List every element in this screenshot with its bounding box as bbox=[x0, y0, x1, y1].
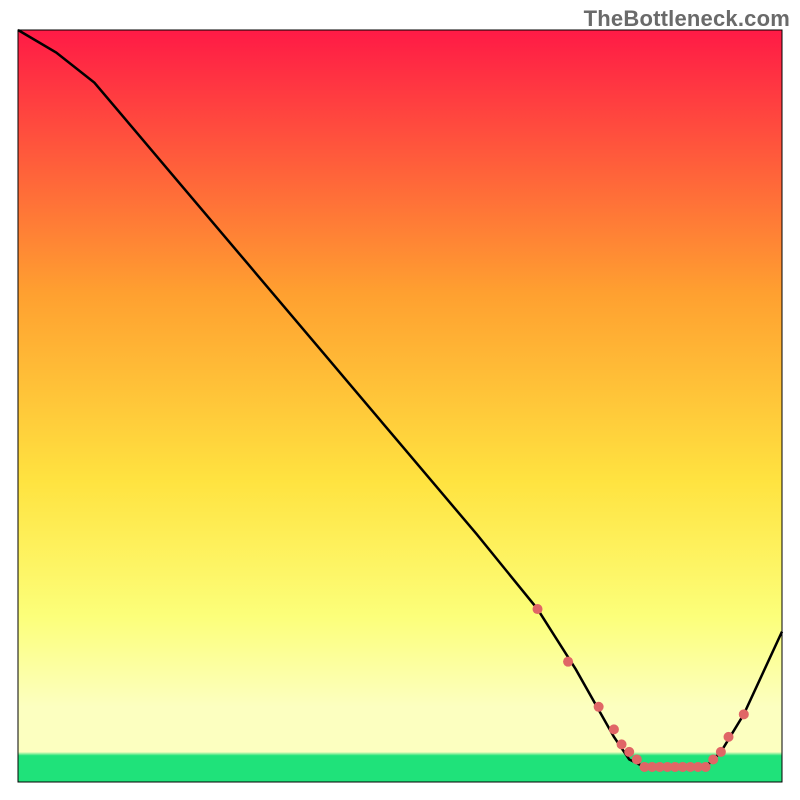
marker-dot bbox=[609, 724, 619, 734]
marker-dot bbox=[533, 604, 543, 614]
watermark-label: TheBottleneck.com bbox=[584, 6, 790, 32]
bottleneck-chart bbox=[0, 0, 800, 800]
marker-dot bbox=[739, 709, 749, 719]
marker-dot bbox=[716, 747, 726, 757]
marker-dot bbox=[617, 739, 627, 749]
chart-canvas: TheBottleneck.com bbox=[0, 0, 800, 800]
marker-dot bbox=[563, 657, 573, 667]
marker-dot bbox=[632, 754, 642, 764]
marker-dot bbox=[594, 702, 604, 712]
marker-dot bbox=[701, 762, 711, 772]
marker-dot bbox=[624, 747, 634, 757]
marker-dot bbox=[724, 732, 734, 742]
marker-dot bbox=[708, 754, 718, 764]
plot-area bbox=[18, 30, 782, 782]
